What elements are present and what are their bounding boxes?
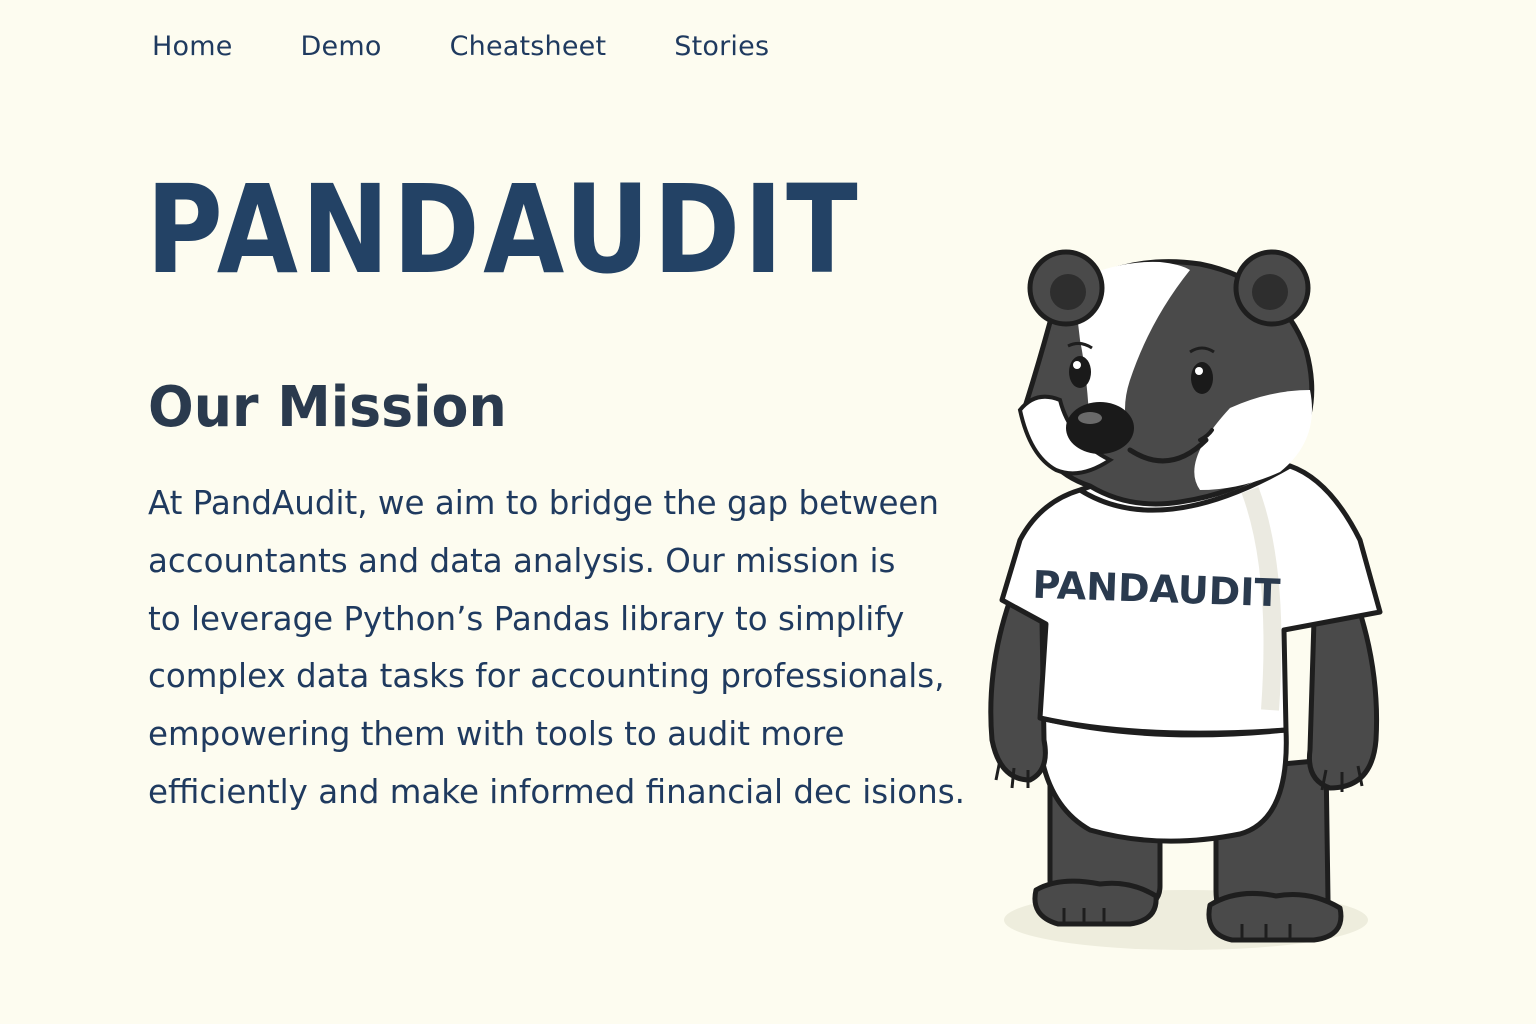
top-nav: Home Demo Cheatsheet Stories [152, 26, 769, 66]
nav-link-stories[interactable]: Stories [674, 31, 769, 62]
mission-heading: Our Mission [148, 375, 507, 440]
mission-line: complex data tasks for accounting profes… [148, 657, 945, 696]
nav-link-demo[interactable]: Demo [301, 31, 382, 62]
nav-link-home[interactable]: Home [152, 31, 233, 62]
mission-paragraph: At PandAudit, we aim to bridge the gap b… [148, 475, 968, 822]
badger-mascot-icon: PANDAUDIT [988, 249, 1383, 950]
mission-line: accountants and data analysis. Our missi… [148, 541, 896, 580]
mission-line: empowering them with tools to audit more [148, 715, 845, 754]
mission-line: to leverage Python’s Pandas library to s… [148, 599, 905, 638]
mission-line: efficiently and make informed financial … [148, 772, 965, 811]
mission-line: At PandAudit, we aim to bridge the gap b… [148, 484, 940, 522]
nav-link-cheatsheet[interactable]: Cheatsheet [450, 31, 607, 62]
shirt-text: PANDAUDIT [1032, 563, 1281, 616]
brand-title: PANDAUDIT [146, 159, 862, 301]
